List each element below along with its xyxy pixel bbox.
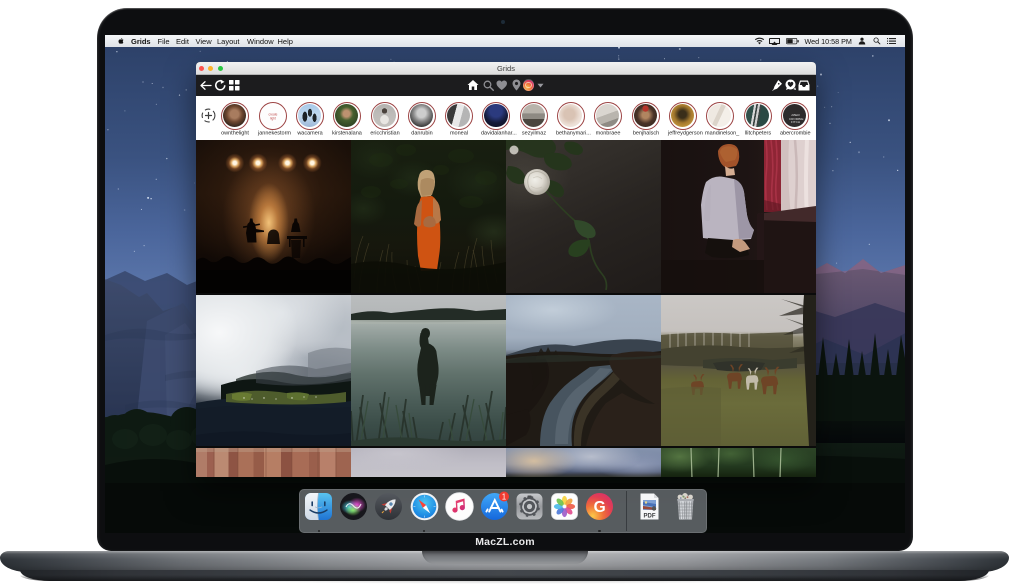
svg-text:1: 1 [501, 492, 506, 501]
svg-text:G: G [594, 499, 606, 516]
svg-text:PDF: PDF [643, 514, 655, 520]
